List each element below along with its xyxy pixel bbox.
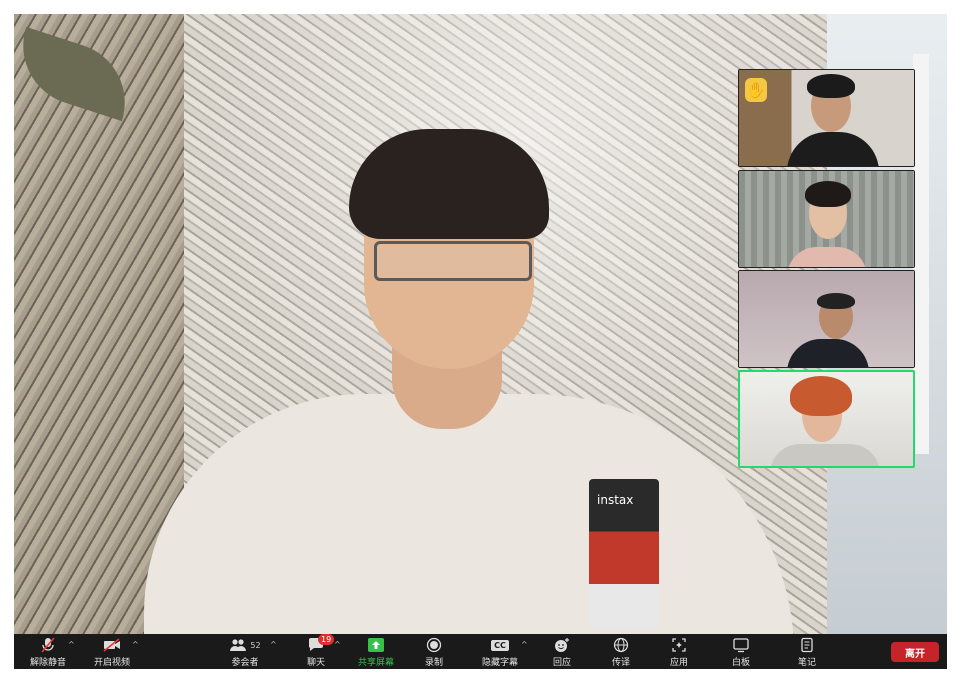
captions-icon-text: CC [491,639,509,651]
participants-label: 参会者 [231,658,259,668]
start-video-label: 开启视频 [93,658,130,668]
participant-thumbnail-3[interactable] [738,270,915,368]
speaker-hair [349,129,549,239]
participants-icon [230,639,247,651]
notes-label: 笔记 [797,658,816,668]
whiteboard-label: 白板 [731,658,750,668]
main-speaker: instax [74,119,794,634]
share-screen-button[interactable]: 共享屏幕 [352,636,400,668]
translate-icon [604,636,638,654]
notes-button[interactable]: 笔记 [790,636,824,668]
reactions-label: 回应 [552,658,571,668]
speaker-glasses [374,241,532,281]
raised-hand-icon: ✋ [745,78,767,102]
speaker-shirt [144,394,794,634]
video-off-icon [88,636,136,654]
captions-label: 隐藏字幕 [481,658,518,668]
participant-thumbnail-2[interactable] [738,170,915,268]
whiteboard-button[interactable]: 白板 [724,636,758,668]
chat-unread-badge: 19 [318,634,335,645]
captions-options-chevron-icon[interactable]: ^ [521,640,528,649]
participants-options-chevron-icon[interactable]: ^ [270,640,277,649]
meeting-toolbar: 解除静音 ^ 开启视频 ^ 52 参会者 ^ 19 聊天 ^ 共享屏幕 录制 C… [14,634,947,669]
shirt-print-text: instax [597,493,634,507]
share-screen-icon [352,636,400,654]
participant-thumbnail-4-active[interactable] [738,370,915,468]
leave-button[interactable]: 离开 [891,642,939,662]
share-screen-label: 共享屏幕 [357,658,394,668]
participants-count: 52 [250,640,261,650]
translate-label: 传译 [611,658,630,668]
video-options-chevron-icon[interactable]: ^ [132,640,139,649]
chat-options-chevron-icon[interactable]: ^ [334,640,341,649]
reactions-button[interactable]: 回应 [544,636,580,668]
meeting-window: instax ✋ 解除静音 ^ 开启视频 ^ 52 参会者 ^ 19 聊天 ^ … [14,14,947,669]
apps-icon [662,636,696,654]
record-label: 录制 [424,658,443,668]
reactions-icon [544,636,580,654]
mic-muted-icon [24,636,72,654]
participants-button[interactable]: 52 参会者 [220,636,270,668]
unmute-label: 解除静音 [29,658,66,668]
shirt-camera-print: instax [589,479,659,629]
apps-button[interactable]: 应用 [662,636,696,668]
chat-label: 聊天 [306,658,325,668]
start-video-button[interactable]: 开启视频 [88,636,136,668]
translate-button[interactable]: 传译 [604,636,638,668]
unmute-button[interactable]: 解除静音 [24,636,72,668]
record-button[interactable]: 录制 [414,636,454,668]
apps-label: 应用 [669,658,688,668]
captions-icon: CC [478,636,522,654]
captions-button[interactable]: CC 隐藏字幕 [478,636,522,668]
chat-button[interactable]: 19 聊天 [296,634,336,668]
window-frame [913,54,929,454]
audio-options-chevron-icon[interactable]: ^ [68,640,75,649]
record-icon [414,636,454,654]
whiteboard-icon [724,636,758,654]
notes-icon [790,636,824,654]
participant-thumbnail-1[interactable]: ✋ [738,69,915,167]
